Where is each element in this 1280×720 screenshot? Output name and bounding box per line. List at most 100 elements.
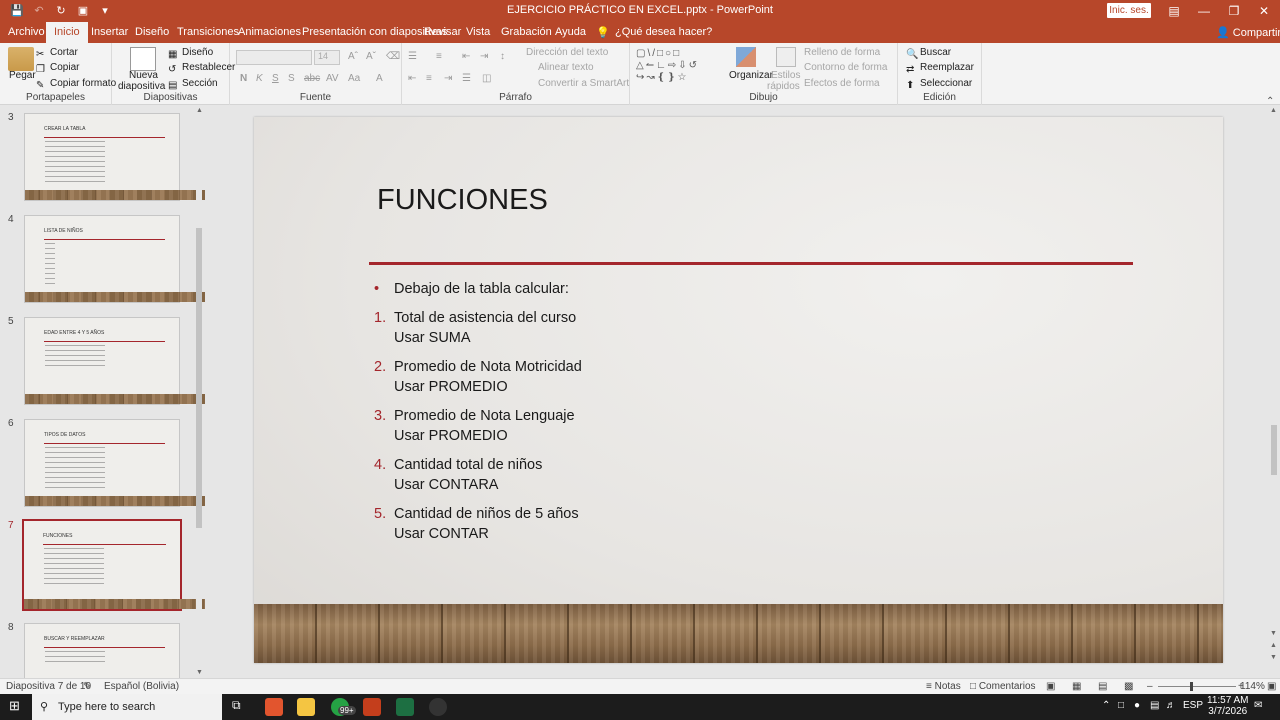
- slide-title[interactable]: FUNCIONES: [377, 184, 548, 217]
- align-right-icon[interactable]: ⇥: [444, 73, 452, 84]
- restore-button[interactable]: ❐: [1220, 2, 1248, 20]
- show-hidden-icons-icon[interactable]: ⌃: [1102, 700, 1110, 711]
- shape-fill-button[interactable]: Relleno de forma: [804, 47, 880, 58]
- align-center-icon[interactable]: ≡: [426, 73, 432, 84]
- tab-vista[interactable]: Vista: [466, 26, 490, 38]
- font-color-icon[interactable]: A: [376, 73, 383, 84]
- smartart-button[interactable]: Convertir a SmartArt: [538, 78, 629, 89]
- tab-revisar[interactable]: Revisar: [424, 26, 461, 38]
- microphone-icon[interactable]: ●: [1134, 700, 1140, 711]
- clear-format-icon[interactable]: ⌫: [386, 51, 400, 62]
- tab-ayuda[interactable]: Ayuda: [555, 26, 586, 38]
- windows-start-icon[interactable]: ⊞: [9, 698, 27, 716]
- thumbnail-scrollbar[interactable]: [195, 108, 203, 678]
- tab-insertar[interactable]: Insertar: [91, 26, 128, 38]
- file-explorer-icon[interactable]: [297, 698, 315, 716]
- slide-thumbnail-5[interactable]: EDAD ENTRE 4 Y 5 AÑOS: [24, 317, 205, 405]
- input-language[interactable]: ESP: [1183, 700, 1203, 711]
- scroll-up-arrow-icon[interactable]: ▲: [1270, 107, 1277, 114]
- change-case-icon[interactable]: Aa: [348, 73, 360, 84]
- tab-diseno[interactable]: Diseño: [135, 26, 169, 38]
- reset-button[interactable]: ↺ Restablecer: [168, 62, 235, 76]
- tab-grabacion[interactable]: Grabación: [501, 26, 552, 38]
- grow-font-icon[interactable]: Aˆ: [348, 51, 358, 62]
- slide-sorter-icon[interactable]: ▦: [1072, 681, 1081, 692]
- new-slide-button[interactable]: Nueva: [129, 70, 158, 81]
- app-icon[interactable]: [429, 698, 447, 716]
- arrange-icon[interactable]: [736, 47, 756, 67]
- normal-view-icon[interactable]: ▣: [1046, 681, 1055, 692]
- tab-animaciones[interactable]: Animaciones: [238, 26, 301, 38]
- quick-styles-icon[interactable]: [776, 47, 796, 67]
- numbering-icon[interactable]: ≡: [436, 51, 442, 62]
- font-size-combo[interactable]: 14: [314, 50, 340, 65]
- scroll-down-arrow-icon[interactable]: ▼: [1270, 630, 1277, 637]
- comments-button[interactable]: □ Comentarios: [970, 681, 1036, 692]
- ribbon-display-options-icon[interactable]: ▤: [1160, 2, 1188, 20]
- task-view-icon[interactable]: ⧉: [232, 698, 250, 716]
- minimize-button[interactable]: —: [1190, 2, 1218, 20]
- arrange-button[interactable]: Organizar: [729, 70, 773, 81]
- tab-transiciones[interactable]: Transiciones: [177, 26, 239, 38]
- shape-outline-button[interactable]: Contorno de forma: [804, 62, 887, 73]
- tell-me-search[interactable]: ¿Qué desea hacer?: [615, 26, 712, 38]
- powerpoint-icon[interactable]: [363, 698, 381, 716]
- replace-button[interactable]: ⇄ Reemplazar: [906, 62, 974, 76]
- scroll-thumb[interactable]: [196, 228, 202, 528]
- scroll-up-arrow-icon[interactable]: ▲: [196, 107, 203, 114]
- decrease-indent-icon[interactable]: ⇤: [462, 51, 470, 62]
- reading-view-icon[interactable]: ▤: [1098, 681, 1107, 692]
- notifications-icon[interactable]: ✉: [1254, 700, 1262, 711]
- find-button[interactable]: 🔍 Buscar: [906, 47, 951, 61]
- copy-button[interactable]: ❐ Copiar: [36, 62, 79, 76]
- zoom-level[interactable]: 114%: [1240, 681, 1265, 692]
- scroll-thumb[interactable]: [1271, 425, 1277, 475]
- previous-slide-icon[interactable]: ▲: [1270, 642, 1277, 649]
- align-left-icon[interactable]: ⇤: [408, 73, 416, 84]
- paste-button[interactable]: Pegar: [9, 70, 36, 81]
- notes-button[interactable]: ≡ Notas: [926, 681, 961, 692]
- sign-in-button[interactable]: Inic. ses.: [1107, 3, 1151, 18]
- volume-icon[interactable]: ♬: [1166, 700, 1176, 711]
- format-painter-button[interactable]: ✎ Copiar formato: [36, 78, 116, 92]
- cut-button[interactable]: ✂ Cortar: [36, 47, 78, 61]
- shapes-gallery[interactable]: ▢\/□○□ △↼∟⇨⇩↺ ↪↝❴❵☆: [636, 48, 722, 83]
- fit-to-window-icon[interactable]: ▣: [1267, 681, 1276, 692]
- line-spacing-icon[interactable]: ↕: [500, 51, 505, 62]
- italic-button[interactable]: K: [256, 73, 263, 84]
- slide-scrollbar[interactable]: [1268, 105, 1280, 678]
- shape-effects-button[interactable]: Efectos de forma: [804, 78, 880, 89]
- language-indicator[interactable]: Español (Bolivia): [104, 681, 179, 692]
- close-button[interactable]: ✕: [1250, 2, 1278, 20]
- align-text-button[interactable]: Alinear texto: [538, 62, 594, 73]
- taskbar-search[interactable]: ⚲ Type here to search: [32, 694, 222, 720]
- network-icon[interactable]: ▤: [1150, 700, 1159, 711]
- justify-icon[interactable]: ☰: [462, 73, 471, 84]
- font-name-combo[interactable]: [236, 50, 312, 65]
- select-button[interactable]: ⬆ Seleccionar: [906, 78, 972, 92]
- quick-styles-button[interactable]: Estilos: [771, 70, 800, 81]
- spellcheck-icon[interactable]: ✎: [83, 681, 91, 692]
- section-button[interactable]: ▤ Sección: [168, 78, 218, 92]
- zoom-slider-handle[interactable]: [1190, 682, 1193, 691]
- layout-button[interactable]: ▦ Diseño: [168, 47, 213, 61]
- zoom-out-icon[interactable]: –: [1147, 681, 1153, 692]
- scroll-down-arrow-icon[interactable]: ▼: [196, 669, 203, 676]
- strikethrough-icon[interactable]: abc: [304, 73, 320, 84]
- next-slide-icon[interactable]: ▼: [1270, 654, 1277, 661]
- slide-thumbnail-6[interactable]: TIPOS DE DATOS: [24, 419, 205, 507]
- share-button[interactable]: 👤 Compartir: [1216, 26, 1280, 39]
- shrink-font-icon[interactable]: Aˇ: [366, 51, 376, 62]
- slide-thumbnail-7[interactable]: FUNCIONES: [22, 519, 205, 611]
- underline-button[interactable]: S: [272, 73, 279, 84]
- text-direction-button[interactable]: Dirección del texto: [526, 47, 608, 58]
- shadow-button[interactable]: S: [288, 73, 295, 84]
- meet-now-icon[interactable]: □: [1118, 700, 1124, 711]
- brave-browser-icon[interactable]: [265, 698, 283, 716]
- columns-icon[interactable]: ◫: [482, 73, 491, 84]
- tab-archivo[interactable]: Archivo: [8, 26, 45, 38]
- excel-icon[interactable]: [396, 698, 414, 716]
- spacing-icon[interactable]: AV: [326, 73, 339, 84]
- slideshow-view-icon[interactable]: ▩: [1124, 681, 1133, 692]
- slide-thumbnail-8[interactable]: BUSCAR Y REEMPLAZAR: [24, 623, 180, 678]
